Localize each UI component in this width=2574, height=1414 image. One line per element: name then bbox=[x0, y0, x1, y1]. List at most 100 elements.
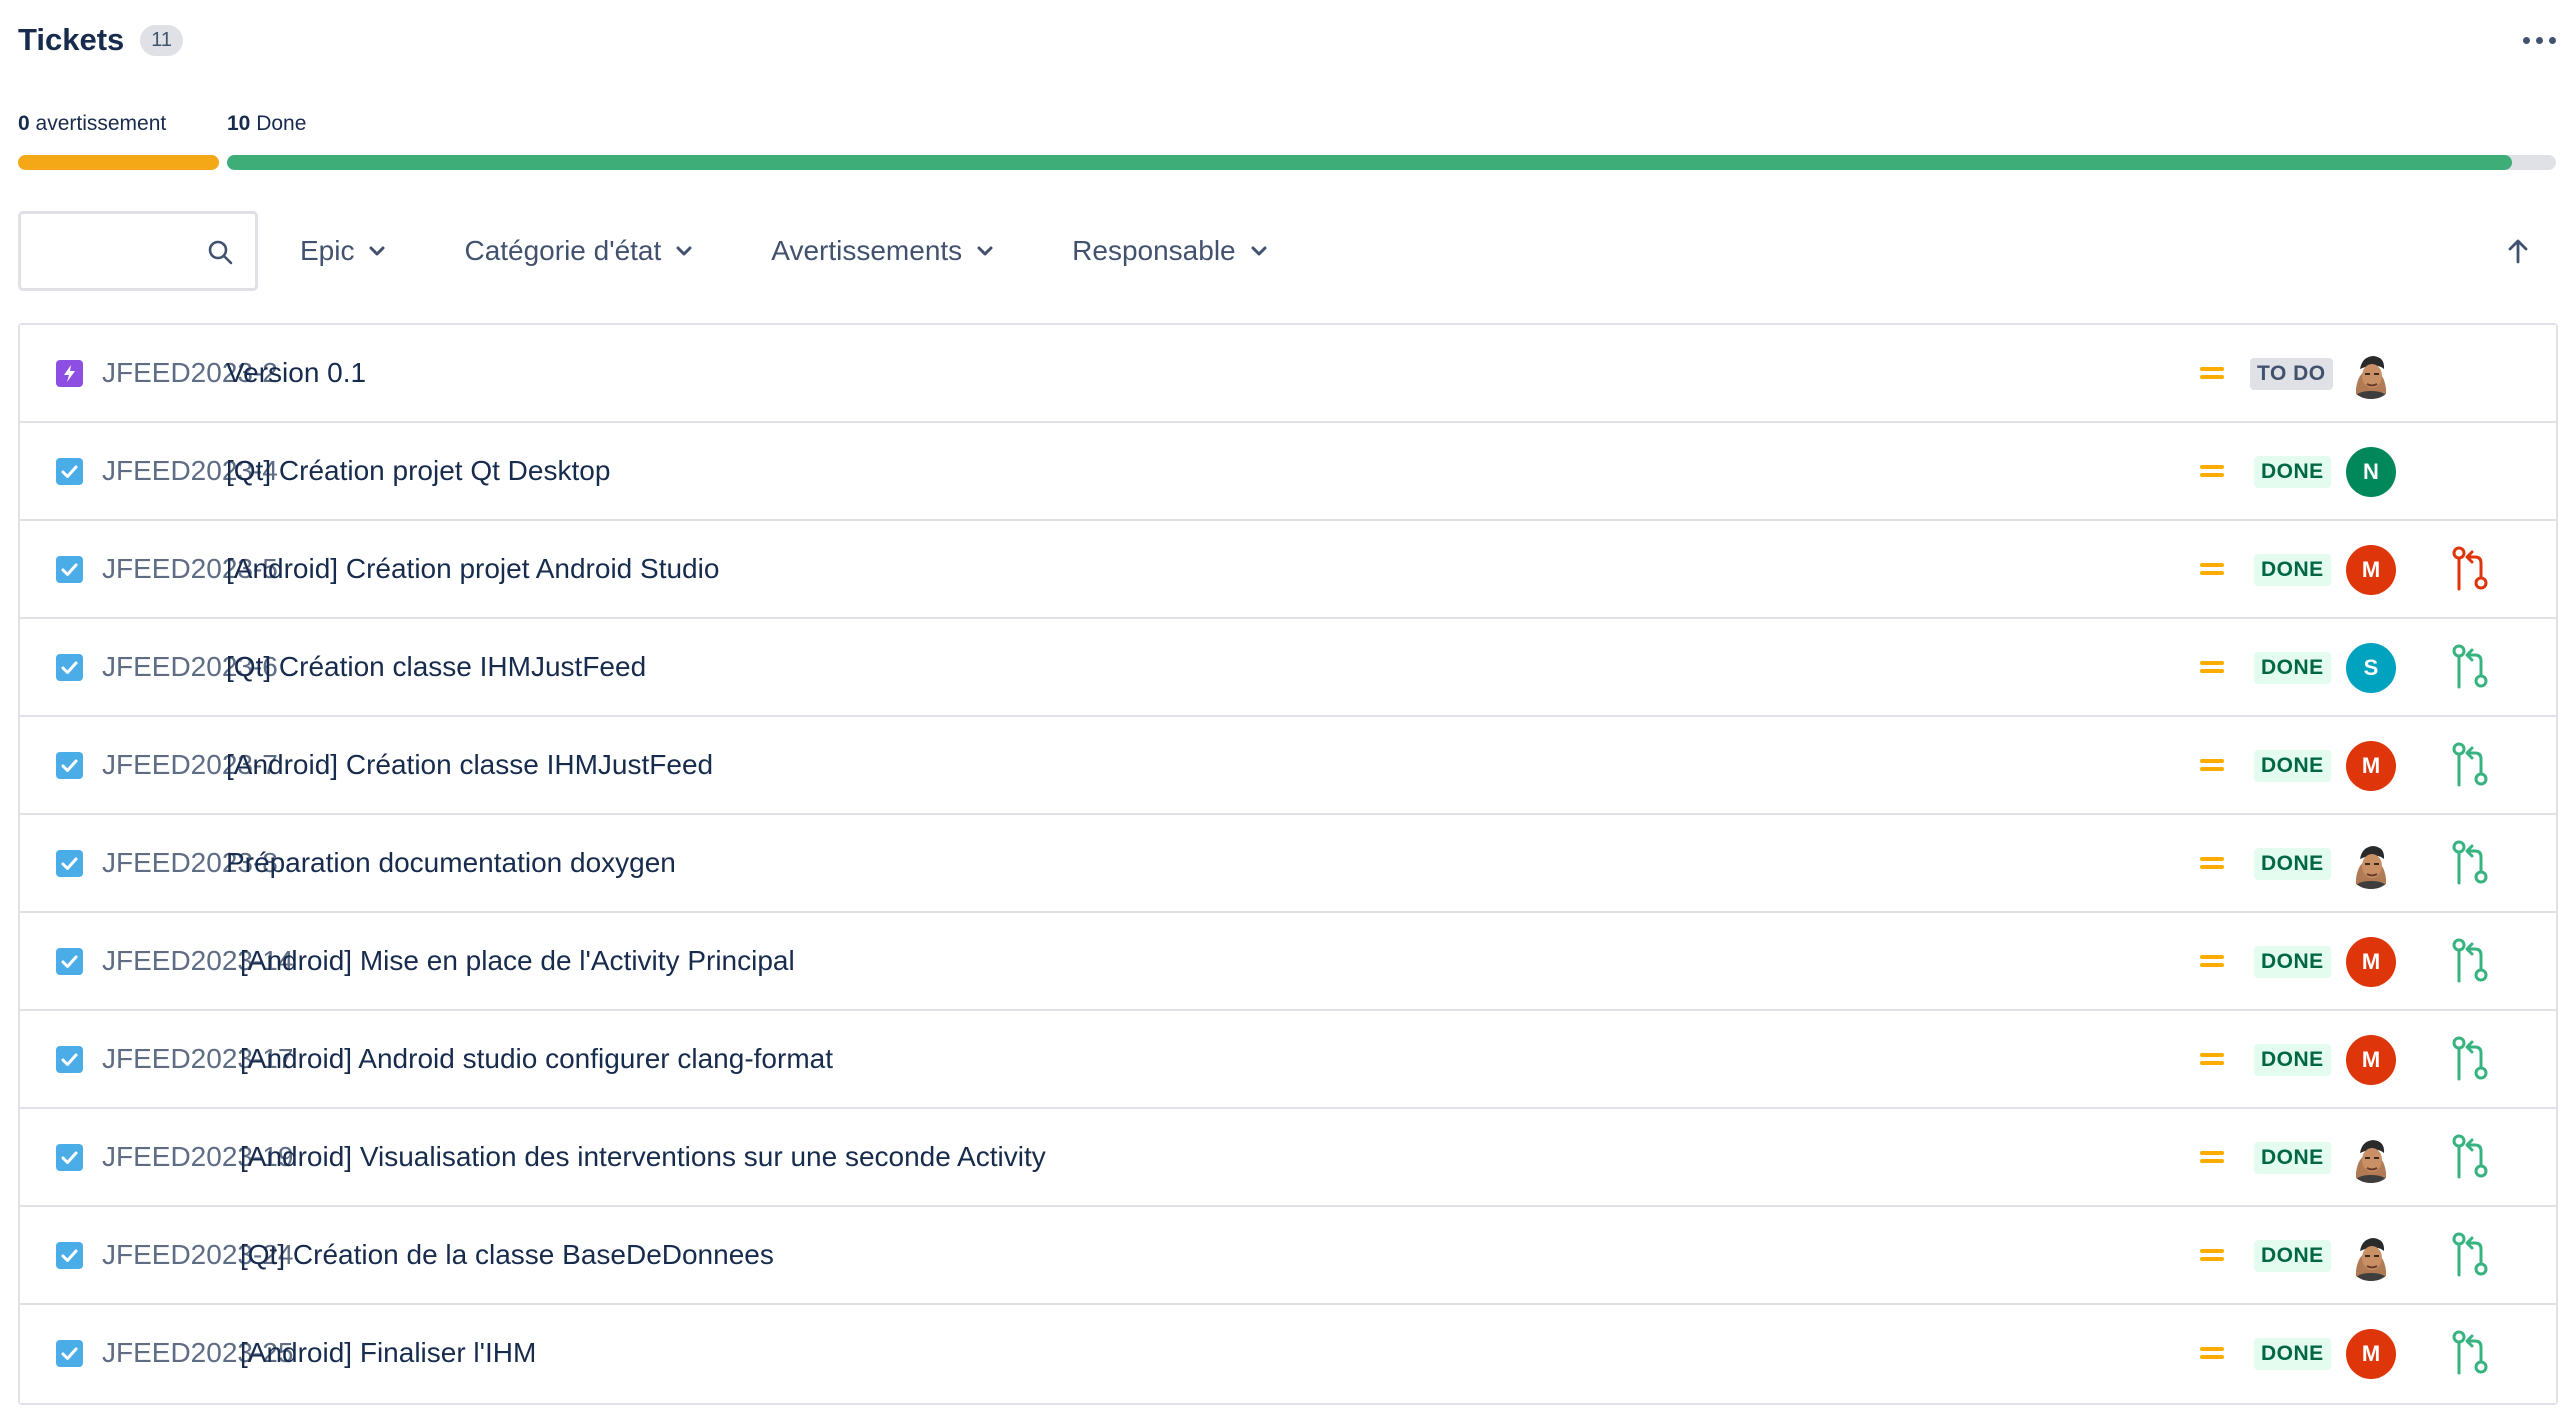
search-icon bbox=[208, 240, 233, 265]
ticket-row[interactable]: JFEED2023-24 [Qt] Création de la classe B… bbox=[20, 1207, 2556, 1305]
page-title: Tickets bbox=[18, 22, 125, 57]
ticket-row[interactable]: JFEED2023-8 Préparation documentation dox… bbox=[20, 815, 2556, 913]
task-icon bbox=[56, 850, 83, 877]
status-badge: DONE bbox=[2254, 848, 2331, 880]
pull-request-icon[interactable] bbox=[2450, 1133, 2490, 1181]
assignee-avatar[interactable] bbox=[2346, 1231, 2396, 1281]
more-icon-dot bbox=[2549, 36, 2556, 44]
assignee-avatar[interactable]: M bbox=[2346, 1329, 2396, 1379]
ticket-row[interactable]: JFEED2023-2 Version 0.1 TO DO bbox=[20, 325, 2556, 423]
assignee-avatar[interactable]: M bbox=[2346, 1035, 2396, 1085]
pull-request-icon[interactable] bbox=[2450, 839, 2490, 887]
filter-epic[interactable]: Epic bbox=[300, 211, 386, 291]
filter-warnings-label: Avertissements bbox=[771, 235, 963, 266]
ticket-row[interactable]: JFEED2023-17 [Android] Android studio con… bbox=[20, 1011, 2556, 1109]
sort-button[interactable] bbox=[2498, 231, 2538, 271]
filter-assignee-label: Responsable bbox=[1072, 235, 1236, 266]
task-icon bbox=[56, 752, 83, 779]
status-badge: DONE bbox=[2254, 1338, 2331, 1370]
chevron-down-icon bbox=[977, 246, 993, 256]
pull-request-icon[interactable] bbox=[2450, 1035, 2490, 1083]
tickets-header: Tickets 11 bbox=[18, 18, 2556, 62]
more-actions-button[interactable] bbox=[2496, 18, 2556, 62]
medium-priority-icon bbox=[2200, 1148, 2224, 1166]
assignee-avatar[interactable] bbox=[2346, 1133, 2396, 1183]
ticket-row[interactable]: JFEED2023-14 [Android] Mise en place de l… bbox=[20, 913, 2556, 1011]
status-badge: DONE bbox=[2254, 946, 2331, 978]
ticket-summary[interactable]: [Android] Mise en place de l'Activity Pr… bbox=[240, 945, 795, 977]
filter-assignee[interactable]: Responsable bbox=[1072, 211, 1267, 291]
ticket-row[interactable]: JFEED2023-5 [Android] Création projet And… bbox=[20, 521, 2556, 619]
ticket-summary[interactable]: [Qt] Création projet Qt Desktop bbox=[226, 455, 610, 487]
ticket-summary[interactable]: [Qt] Création classe IHMJustFeed bbox=[226, 651, 646, 683]
avatar-photo-icon bbox=[2346, 1133, 2396, 1183]
pull-request-icon[interactable] bbox=[2450, 1329, 2490, 1377]
assignee-avatar[interactable]: M bbox=[2346, 741, 2396, 791]
status-badge: DONE bbox=[2254, 1044, 2331, 1076]
task-icon bbox=[56, 948, 83, 975]
done-progress-fill bbox=[227, 155, 2512, 170]
ticket-summary[interactable]: [Android] Création classe IHMJustFeed bbox=[226, 749, 713, 781]
ticket-summary[interactable]: [Android] Visualisation des intervention… bbox=[240, 1141, 1046, 1173]
medium-priority-icon bbox=[2200, 756, 2224, 774]
warning-progress-bar bbox=[18, 155, 219, 170]
filter-epic-label: Epic bbox=[300, 235, 355, 266]
search-input[interactable] bbox=[33, 226, 213, 276]
warning-count: 0 bbox=[18, 112, 30, 135]
ticket-row[interactable]: JFEED2023-19 [Android] Visualisation des … bbox=[20, 1109, 2556, 1207]
avatar-photo-icon bbox=[2346, 1231, 2396, 1281]
arrow-up-icon bbox=[2508, 239, 2528, 264]
assignee-avatar[interactable]: M bbox=[2346, 937, 2396, 987]
done-count: 10 bbox=[227, 112, 251, 135]
ticket-summary[interactable]: [Android] Android studio configurer clan… bbox=[240, 1043, 833, 1075]
medium-priority-icon bbox=[2200, 364, 2224, 382]
task-icon bbox=[56, 1046, 83, 1073]
status-badge: DONE bbox=[2254, 750, 2331, 782]
warning-summary: 0 avertissement bbox=[18, 112, 166, 136]
warning-label: avertissement bbox=[29, 112, 167, 135]
filter-status-category[interactable]: Catégorie d'état bbox=[464, 211, 693, 291]
status-badge: DONE bbox=[2254, 554, 2331, 586]
pull-request-icon[interactable] bbox=[2450, 1231, 2490, 1279]
ticket-summary[interactable]: [Qt] Création de la classe BaseDeDonnees bbox=[240, 1239, 774, 1271]
task-icon bbox=[56, 458, 83, 485]
ticket-row[interactable]: JFEED2023-4 [Qt] Création projet Qt Deskt… bbox=[20, 423, 2556, 521]
search-box[interactable] bbox=[18, 211, 258, 291]
ticket-summary[interactable]: [Android] Finaliser l'IHM bbox=[240, 1337, 536, 1369]
pull-request-icon[interactable] bbox=[2450, 545, 2490, 593]
filter-status-category-label: Catégorie d'état bbox=[464, 235, 662, 266]
ticket-summary[interactable]: Préparation documentation doxygen bbox=[226, 847, 676, 879]
assignee-avatar[interactable]: N bbox=[2346, 447, 2396, 497]
pull-request-icon[interactable] bbox=[2450, 643, 2490, 691]
ticket-row[interactable]: JFEED2023-6 [Qt] Création classe IHMJustF… bbox=[20, 619, 2556, 717]
medium-priority-icon bbox=[2200, 560, 2224, 578]
status-badge: DONE bbox=[2254, 652, 2331, 684]
filter-warnings[interactable]: Avertissements bbox=[771, 211, 994, 291]
assignee-avatar[interactable] bbox=[2346, 349, 2396, 399]
ticket-count-badge: 11 bbox=[140, 24, 184, 56]
medium-priority-icon bbox=[2200, 462, 2224, 480]
medium-priority-icon bbox=[2200, 854, 2224, 872]
status-badge: TO DO bbox=[2250, 358, 2333, 390]
task-icon bbox=[56, 556, 83, 583]
ticket-summary[interactable]: [Android] Création projet Android Studio bbox=[226, 553, 719, 585]
more-icon-dot bbox=[2523, 36, 2530, 44]
assignee-avatar[interactable]: S bbox=[2346, 643, 2396, 693]
pull-request-icon[interactable] bbox=[2450, 741, 2490, 789]
epic-icon bbox=[56, 360, 83, 387]
task-icon bbox=[56, 654, 83, 681]
task-icon bbox=[56, 1340, 83, 1367]
ticket-row[interactable]: JFEED2023-25 [Android] Finaliser l'IHM DON… bbox=[20, 1305, 2556, 1403]
medium-priority-icon bbox=[2200, 658, 2224, 676]
pull-request-icon[interactable] bbox=[2450, 937, 2490, 985]
assignee-avatar[interactable]: M bbox=[2346, 545, 2396, 595]
ticket-row[interactable]: JFEED2023-7 [Android] Création classe IHM… bbox=[20, 717, 2556, 815]
avatar-photo-icon bbox=[2346, 349, 2396, 399]
done-label: Done bbox=[250, 112, 307, 135]
ticket-list: JFEED2023-2 Version 0.1 TO DO JFEED2023-4 [Q… bbox=[18, 323, 2558, 1405]
ticket-summary[interactable]: Version 0.1 bbox=[226, 357, 366, 389]
status-badge: DONE bbox=[2254, 1142, 2331, 1174]
task-icon bbox=[56, 1144, 83, 1171]
assignee-avatar[interactable] bbox=[2346, 839, 2396, 889]
medium-priority-icon bbox=[2200, 1344, 2224, 1362]
